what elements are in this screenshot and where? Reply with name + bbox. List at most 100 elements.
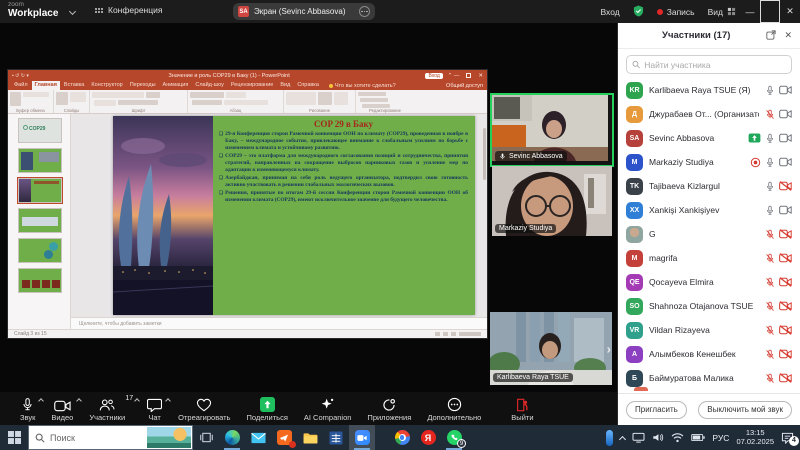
chevron-up-icon[interactable] <box>134 398 140 404</box>
file-explorer-icon[interactable] <box>297 425 323 450</box>
ppt-view-controls[interactable] <box>435 332 481 336</box>
messenger-app-icon[interactable] <box>271 425 297 450</box>
invite-button[interactable]: Пригласить <box>626 401 687 419</box>
display-icon[interactable] <box>632 432 645 443</box>
participants-list[interactable]: KR Karlibaeva Raya TSUE (Я) <box>618 76 800 387</box>
camera-icon[interactable] <box>779 133 792 143</box>
more-button[interactable]: Дополнительно <box>421 392 487 425</box>
ribbon-group-paragraph[interactable]: Абзац <box>188 90 284 113</box>
slide-thumbnail-3-selected[interactable] <box>18 178 62 203</box>
taskbar-search[interactable] <box>28 425 193 450</box>
participant-row[interactable]: G <box>626 222 792 246</box>
participant-row[interactable]: A Алымбеков Кенешбек <box>626 342 792 366</box>
close-icon[interactable]: ✕ <box>784 30 792 41</box>
ai-companion-button[interactable]: AI Companion <box>298 392 358 425</box>
zoom-app-icon[interactable] <box>349 425 375 450</box>
leave-button[interactable]: Выйти <box>505 392 539 425</box>
ppt-tell-me[interactable]: Что вы хотите сделать? <box>329 83 396 89</box>
camera-off-icon[interactable] <box>779 277 792 287</box>
mic-muted-icon[interactable] <box>765 109 775 120</box>
maximize-button[interactable] <box>760 0 780 23</box>
search-input[interactable] <box>644 60 786 70</box>
mail-app-icon[interactable] <box>245 425 271 450</box>
share-screen-button[interactable]: Поделиться <box>240 392 293 425</box>
video-tile-karlibaeva[interactable]: Karlibaeva Raya TSUE › <box>490 312 612 385</box>
start-button[interactable] <box>0 425 28 450</box>
ppt-tab-9[interactable]: Вид <box>277 81 293 90</box>
ppt-tab-6[interactable]: Анимация <box>160 81 192 90</box>
recording-indicator[interactable]: Запись <box>657 7 695 17</box>
weather-widget-icon[interactable] <box>606 430 613 446</box>
view-button[interactable]: Вид <box>708 7 736 17</box>
next-videos-chevron-icon[interactable]: › <box>607 341 611 356</box>
slide-thumbnail-6[interactable] <box>18 268 62 293</box>
mic-muted-icon[interactable] <box>765 253 775 264</box>
slide-thumbnail-1[interactable]: COP29 <box>18 118 62 143</box>
participant-row[interactable]: SO Shahnoza Otajanova TSUE <box>626 294 792 318</box>
ppt-tab-5[interactable]: Переходы <box>127 81 159 90</box>
ppt-tab-10[interactable]: Справка <box>294 81 322 90</box>
mic-muted-icon[interactable] <box>765 349 775 360</box>
shield-check-icon[interactable] <box>633 5 644 19</box>
volume-icon[interactable] <box>652 432 664 443</box>
ribbon-group-editing[interactable]: Редактирование <box>356 90 414 113</box>
login-button[interactable]: Вход <box>600 7 619 17</box>
close-button[interactable]: ✕ <box>780 0 800 23</box>
mic-icon[interactable] <box>765 85 775 96</box>
edge-browser-icon[interactable] <box>219 425 245 450</box>
participant-row[interactable]: VR Vildan Rizayeva <box>626 318 792 342</box>
react-button[interactable]: Отреагировать <box>172 392 236 425</box>
notes-pane[interactable]: Щелкните, чтобы добавить заметки <box>71 317 487 329</box>
mic-muted-icon[interactable] <box>765 373 775 384</box>
participant-row[interactable]: Д Джурабаев От... (Организатор) <box>626 102 792 126</box>
video-tile-markaziy[interactable]: Markaziy Studiya <box>492 166 612 236</box>
ppt-tab-1[interactable]: Файл <box>11 81 31 90</box>
mic-muted-icon[interactable] <box>765 229 775 240</box>
more-options-icon[interactable] <box>359 6 370 17</box>
participant-row[interactable]: XX Xankişi Xankişiyev <box>626 198 792 222</box>
ppt-scrollbar[interactable] <box>483 128 486 180</box>
ribbon-group-slides[interactable]: Слайды <box>54 90 90 113</box>
tray-chevron-icon[interactable] <box>620 434 625 442</box>
whatsapp-icon[interactable]: 9 <box>441 425 467 450</box>
apps-button[interactable]: Приложения <box>361 392 417 425</box>
ppt-tab-2[interactable]: Главная <box>32 81 60 90</box>
ppt-share-button[interactable]: Общий доступ <box>446 83 483 89</box>
participant-row[interactable]: Б Баймуратова Малика <box>626 366 792 387</box>
video-button[interactable]: Видео <box>45 392 79 425</box>
meeting-tab[interactable]: Конференция <box>95 5 162 15</box>
participant-row[interactable]: KR Karlibaeva Raya TSUE (Я) <box>626 78 792 102</box>
ppt-tab-8[interactable]: Рецензирование <box>228 81 276 90</box>
chat-button[interactable]: Чат <box>141 392 168 425</box>
camera-icon[interactable] <box>779 157 792 167</box>
camera-icon[interactable] <box>779 85 792 95</box>
camera-off-icon[interactable] <box>779 181 792 191</box>
camera-off-icon[interactable] <box>779 349 792 359</box>
audio-button[interactable]: Звук <box>14 392 41 425</box>
battery-icon[interactable] <box>691 433 705 442</box>
chrome-browser-icon[interactable] <box>389 425 415 450</box>
video-tile-sevinc[interactable]: Sevinc Abbasova <box>492 95 612 165</box>
spreadsheet-app-icon[interactable] <box>323 425 349 450</box>
ppt-tab-7[interactable]: Слайд-шоу <box>192 81 227 90</box>
mic-icon[interactable] <box>765 157 775 168</box>
slide-thumbnail-4[interactable] <box>18 208 62 233</box>
clock[interactable]: 13:15 07.02.2025 <box>736 429 774 446</box>
camera-off-icon[interactable] <box>779 325 792 335</box>
camera-off-icon[interactable] <box>779 373 792 383</box>
ppt-window-controls[interactable]: ⌃ — ✕ <box>448 73 487 79</box>
camera-off-icon[interactable] <box>779 253 792 263</box>
mic-icon[interactable] <box>765 205 775 216</box>
language-indicator[interactable]: РУС <box>712 433 729 443</box>
notification-center-icon[interactable]: 4 <box>781 432 794 444</box>
quick-access-toolbar[interactable]: ▪ ↺ ↻ ▾ <box>8 73 33 79</box>
camera-off-icon[interactable] <box>779 229 792 239</box>
participant-row[interactable]: TK Tajibaeva Kizlargul <box>626 174 792 198</box>
participant-row[interactable]: M magrifa <box>626 246 792 270</box>
participant-row[interactable]: M Markaziy Studiya <box>626 150 792 174</box>
mic-icon[interactable] <box>765 181 775 192</box>
network-icon[interactable] <box>671 432 684 443</box>
yandex-browser-icon[interactable]: Я <box>415 425 441 450</box>
slide-thumbnail-2[interactable] <box>18 148 62 173</box>
participant-row[interactable]: SA Sevinc Abbasova <box>626 126 792 150</box>
